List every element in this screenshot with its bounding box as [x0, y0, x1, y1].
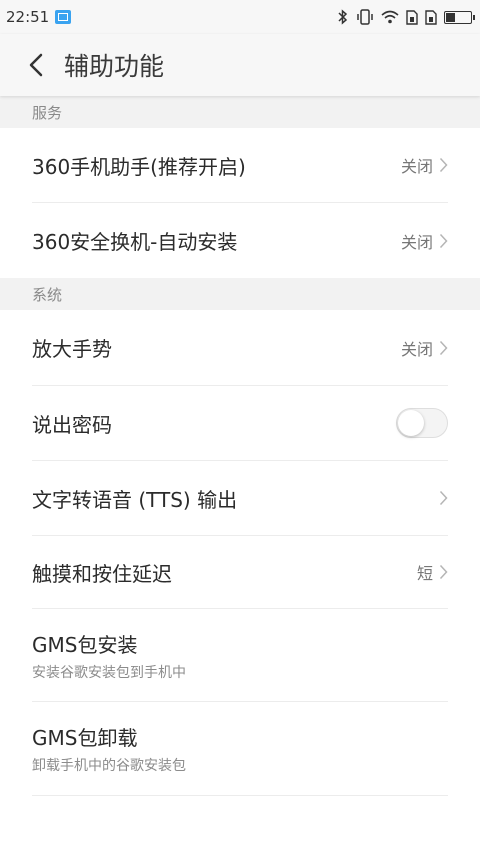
list-item-magnification-gestures[interactable]: 放大手势 关闭 — [32, 310, 448, 386]
chevron-right-icon — [439, 340, 448, 356]
row-title: 放大手势 — [32, 337, 112, 361]
speak-passwords-toggle[interactable] — [396, 408, 448, 438]
back-button[interactable] — [16, 45, 56, 85]
chevron-right-icon — [439, 157, 448, 173]
list-item-speak-passwords: 说出密码 — [32, 386, 448, 461]
bluetooth-icon — [337, 9, 349, 25]
list-item-360-assistant[interactable]: 360手机助手(推荐开启) 关闭 — [32, 128, 448, 203]
row-subtitle: 安装谷歌安装包到手机中 — [32, 664, 186, 681]
list-item-360-phone-transfer[interactable]: 360安全换机-自动安装 关闭 — [32, 203, 448, 278]
vibrate-icon — [356, 9, 374, 25]
battery-icon — [444, 10, 475, 24]
row-main: GMS包安装 安装谷歌安装包到手机中 — [32, 629, 186, 682]
row-value: 关闭 — [400, 339, 433, 359]
row-main: 触摸和按住延迟 — [32, 558, 172, 587]
row-right — [439, 490, 448, 506]
row-title: 360安全换机-自动安装 — [32, 230, 238, 254]
section-header-services: 服务 — [0, 96, 480, 128]
list-item-tts-output[interactable]: 文字转语音 (TTS) 输出 — [32, 461, 448, 536]
status-time: 22:51 — [6, 8, 50, 26]
row-main: GMS包卸载 卸载手机中的谷歌安装包 — [32, 722, 186, 775]
chevron-right-icon — [439, 564, 448, 580]
list-item-gms-uninstall[interactable]: GMS包卸载 卸载手机中的谷歌安装包 — [32, 702, 448, 796]
list-item-touch-hold-delay[interactable]: 触摸和按住延迟 短 — [32, 536, 448, 609]
row-main: 放大手势 — [32, 333, 112, 362]
row-main: 说出密码 — [32, 409, 112, 438]
row-title: 文字转语音 (TTS) 输出 — [32, 487, 238, 512]
status-right — [337, 9, 475, 25]
screenshot-app-icon — [55, 10, 72, 24]
row-value: 关闭 — [400, 232, 433, 252]
status-bar: 22:51 — [0, 0, 480, 34]
row-value: 短 — [416, 564, 433, 583]
row-right: 关闭 — [401, 153, 448, 177]
row-right: 关闭 — [401, 336, 448, 360]
section-header-system: 系统 — [0, 278, 480, 310]
row-main: 360手机助手(推荐开启) — [32, 151, 246, 180]
section-header-label: 系统 — [32, 285, 63, 304]
row-title: 360手机助手(推荐开启) — [32, 154, 246, 179]
row-right: 关闭 — [401, 229, 448, 253]
row-value: 关闭 — [400, 157, 433, 176]
row-subtitle: 卸载手机中的谷歌安装包 — [32, 758, 186, 774]
row-main: 360安全换机-自动安装 — [32, 226, 237, 255]
app-bar: 辅助功能 — [0, 34, 480, 96]
page-title: 辅助功能 — [64, 52, 165, 81]
sim-card-1-icon — [406, 9, 418, 25]
row-title: GMS包卸载 — [32, 726, 138, 750]
list-item-gms-install[interactable]: GMS包安装 安装谷歌安装包到手机中 — [32, 609, 448, 702]
row-title: 说出密码 — [32, 412, 112, 437]
wifi-icon — [381, 10, 399, 24]
back-arrow-icon — [29, 53, 43, 77]
section-header-label: 服务 — [32, 103, 63, 122]
status-left: 22:51 — [6, 8, 72, 26]
row-title: GMS包安装 — [32, 632, 138, 657]
chevron-right-icon — [439, 233, 448, 249]
toggle-knob — [398, 410, 424, 436]
sim-card-2-icon — [425, 9, 437, 25]
row-main: 文字转语音 (TTS) 输出 — [32, 484, 237, 513]
chevron-right-icon — [439, 490, 448, 506]
row-right: 短 — [417, 560, 448, 584]
row-title: 触摸和按住延迟 — [32, 561, 172, 586]
